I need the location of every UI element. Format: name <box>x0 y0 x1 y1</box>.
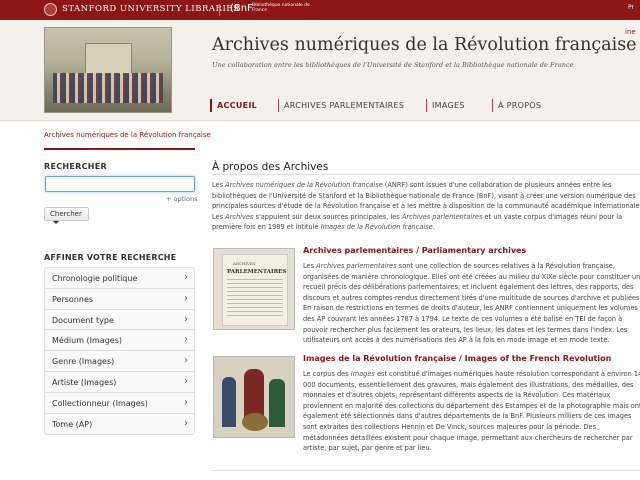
chevron-right-icon: › <box>184 334 188 346</box>
chevron-right-icon: › <box>184 396 188 408</box>
stanford-seal-icon <box>44 3 57 16</box>
thumb-title: PARLEMENTAIRES <box>227 269 287 275</box>
chevron-right-icon: › <box>184 272 188 283</box>
figure-shape <box>222 377 236 427</box>
bnf-logo[interactable]: (BnF <box>230 3 253 14</box>
intro-paragraph: Les Archives numériques de la Révolution… <box>212 181 640 232</box>
chevron-right-icon: › <box>184 375 188 387</box>
site-title[interactable]: Archives numériques de la Révolution fra… <box>212 35 637 55</box>
facet-medium[interactable]: Médium (Images) › <box>45 330 194 352</box>
search-heading: RECHERCHER <box>44 162 108 171</box>
facet-label: Médium (Images) <box>52 336 122 346</box>
facet-list: Chronologie politique › Personnes › Docume… <box>44 267 195 436</box>
facet-label: Artiste (Images) <box>52 377 117 387</box>
stanford-libraries-link[interactable]: STANFORD UNIVERSITY LIBRARIES <box>62 4 239 14</box>
facet-label: Chronologie politique <box>52 274 138 283</box>
nav-images[interactable]: IMAGES <box>426 99 465 112</box>
bnf-logo-subtitle: Bibliothèque nationale de France <box>252 3 310 13</box>
nav-accueil[interactable]: ACCUEIL <box>210 99 257 112</box>
document-page: ARCHIVES PARLEMENTAIRES <box>222 254 288 326</box>
facet-chronologie[interactable]: Chronologie politique › <box>45 268 194 289</box>
header-painting-image <box>44 27 172 113</box>
facet-genre[interactable]: Genre (Images) › <box>45 351 194 372</box>
facet-tome[interactable]: Tome (AP) › <box>45 414 194 435</box>
top-bar: STANFORD UNIVERSITY LIBRARIES (BnF Bibli… <box>0 0 640 20</box>
nav-a-propos[interactable]: À PROPOS <box>492 99 541 112</box>
chevron-right-icon: › <box>184 292 188 304</box>
facets-heading: AFFINER VOTRE RECHERCHE <box>44 253 177 262</box>
divider <box>44 148 195 150</box>
search-button[interactable]: Chercher <box>44 207 89 224</box>
section-title: À propos des Archives <box>212 161 329 173</box>
top-right-link[interactable]: Pr <box>628 4 634 11</box>
thumb-header: ARCHIVES <box>233 261 256 266</box>
nav-archives-parlementaires[interactable]: ARCHIVES PARLEMENTAIRES <box>278 99 404 112</box>
chevron-right-icon: › <box>184 355 188 367</box>
divider <box>219 4 220 16</box>
painting-building <box>85 43 132 75</box>
site-subtitle: Une collaboration entre les bibliothèque… <box>212 61 574 69</box>
painting-crowd <box>53 73 163 103</box>
facet-personnes[interactable]: Personnes › <box>45 289 194 310</box>
thumb-text-lines <box>227 279 283 319</box>
archives-thumbnail[interactable]: ARCHIVES PARLEMENTAIRES <box>213 248 295 330</box>
search-input[interactable] <box>45 176 195 192</box>
images-thumbnail[interactable] <box>213 356 295 438</box>
options-link[interactable]: + options <box>166 195 197 203</box>
item-title-images[interactable]: Images de la Révolution française / Imag… <box>303 354 611 363</box>
item-text-images: Le corpus des Images est constitué d'ima… <box>303 370 640 453</box>
search-button-label: Chercher <box>50 210 82 218</box>
facet-label: Collectionneur (Images) <box>52 398 148 408</box>
facet-label: Genre (Images) <box>52 357 115 367</box>
chevron-right-icon: › <box>184 417 188 429</box>
caret-down-icon <box>53 220 59 224</box>
facet-label: Personnes <box>52 294 94 304</box>
breadcrumb[interactable]: Archives numériques de la Révolution fra… <box>44 131 211 139</box>
figure-shape <box>269 379 285 427</box>
facet-label: Document type <box>52 315 114 325</box>
facet-label: Tome (AP) <box>52 419 93 429</box>
divider <box>212 174 640 175</box>
facet-artiste[interactable]: Artiste (Images) › <box>45 372 194 393</box>
item-title-archives[interactable]: Archives parlementaires / Parliamentary … <box>303 246 526 255</box>
facet-collectionneur[interactable]: Collectionneur (Images) › <box>45 393 194 414</box>
facet-document-type[interactable]: Document type › <box>45 310 194 331</box>
item-text-archives: Les Archives parlementaires sont une col… <box>303 262 640 345</box>
chevron-right-icon: › <box>184 313 188 325</box>
figure-shape <box>242 413 268 431</box>
divider <box>212 470 640 471</box>
